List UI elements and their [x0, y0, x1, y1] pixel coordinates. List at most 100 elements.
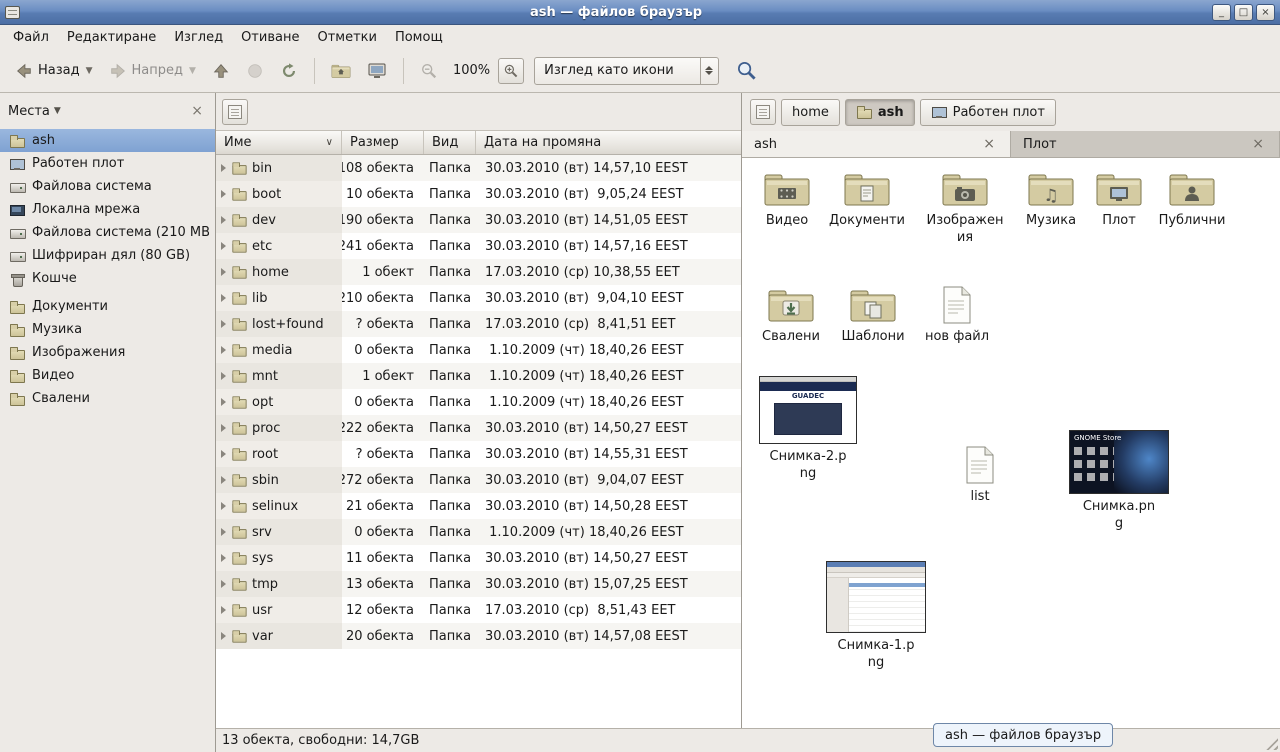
file-row[interactable]: usr 12 обекта Папка 17.03.2010 (ср) 8,51…	[216, 597, 741, 623]
expander-icon[interactable]	[221, 632, 226, 640]
close-button[interactable]: ×	[1256, 4, 1275, 21]
file-row[interactable]: dev 190 обекта Папка 30.03.2010 (вт) 14,…	[216, 207, 741, 233]
file-row[interactable]: home 1 обект Папка 17.03.2010 (ср) 10,38…	[216, 259, 741, 285]
reload-button[interactable]	[273, 57, 305, 85]
maximize-button[interactable]: □	[1234, 4, 1253, 21]
expander-icon[interactable]	[221, 216, 226, 224]
list-pane-button[interactable]	[222, 99, 248, 125]
file-row[interactable]: var 20 обекта Папка 30.03.2010 (вт) 14,5…	[216, 623, 741, 649]
icon-item-pictures[interactable]: Изображения	[920, 170, 1010, 247]
file-row[interactable]: media 0 обекта Папка 1.10.2009 (чт) 18,4…	[216, 337, 741, 363]
file-row[interactable]: etc 241 обекта Папка 30.03.2010 (вт) 14,…	[216, 233, 741, 259]
sidebar-selector-icon[interactable]: ▼	[54, 106, 61, 116]
icon-item-new-file[interactable]: нов файл	[912, 286, 1002, 346]
file-row[interactable]: mnt 1 обект Папка 1.10.2009 (чт) 18,40,2…	[216, 363, 741, 389]
tab-desktop[interactable]: Плот ×	[1011, 131, 1280, 157]
sidebar-item[interactable]: Документи	[0, 295, 215, 318]
file-row[interactable]: lost+found ? обекта Папка 17.03.2010 (ср…	[216, 311, 741, 337]
expander-icon[interactable]	[221, 190, 226, 198]
zoom-out-button[interactable]	[413, 57, 445, 85]
expander-icon[interactable]	[221, 606, 226, 614]
icon-item-snimka[interactable]: GNOME Store Снимка.png	[1064, 430, 1174, 533]
expander-icon[interactable]	[221, 294, 226, 302]
expander-icon[interactable]	[221, 320, 226, 328]
file-row[interactable]: root ? обекта Папка 30.03.2010 (вт) 14,5…	[216, 441, 741, 467]
breadcrumb-ash[interactable]: ash	[845, 99, 915, 126]
icon-item-list[interactable]: list	[935, 446, 1025, 506]
resize-grip[interactable]	[1265, 737, 1278, 750]
column-header-date[interactable]: Дата на промяна	[476, 131, 741, 154]
breadcrumb-home[interactable]: home	[781, 99, 840, 126]
icon-item-public[interactable]: Публични	[1147, 170, 1237, 230]
sidebar-item[interactable]: Локална мрежа	[0, 198, 215, 221]
menu-item[interactable]: Помощ	[386, 27, 452, 48]
sidebar-item[interactable]: Музика	[0, 318, 215, 341]
expander-icon[interactable]	[221, 424, 226, 432]
expander-icon[interactable]	[221, 476, 226, 484]
menu-item[interactable]: Отиване	[232, 27, 308, 48]
icon-item-video[interactable]: Видео	[742, 170, 832, 230]
sidebar-item[interactable]: Изображения	[0, 341, 215, 364]
stop-button[interactable]	[239, 57, 271, 85]
expander-icon[interactable]	[221, 242, 226, 250]
sidebar-item[interactable]: Видео	[0, 364, 215, 387]
tab-close-icon[interactable]: ×	[1249, 137, 1267, 151]
file-row[interactable]: lib 210 обекта Папка 30.03.2010 (вт) 9,0…	[216, 285, 741, 311]
file-row[interactable]: boot 10 обекта Папка 30.03.2010 (вт) 9,0…	[216, 181, 741, 207]
tab-ash[interactable]: ash ×	[742, 131, 1011, 157]
back-dropdown-icon[interactable]: ▼	[86, 66, 93, 76]
column-header-type[interactable]: Вид	[424, 131, 476, 154]
expander-icon[interactable]	[221, 528, 226, 536]
expander-icon[interactable]	[221, 164, 226, 172]
file-row[interactable]: bin 108 обекта Папка 30.03.2010 (вт) 14,…	[216, 155, 741, 181]
titlebar[interactable]: ash — файлов браузър _ □ ×	[0, 0, 1280, 25]
expander-icon[interactable]	[221, 398, 226, 406]
expander-icon[interactable]	[221, 372, 226, 380]
expander-icon[interactable]	[221, 502, 226, 510]
file-row[interactable]: opt 0 обекта Папка 1.10.2009 (чт) 18,40,…	[216, 389, 741, 415]
sidebar-item[interactable]: Файлова система (210 MB)	[0, 221, 215, 244]
sidebar-item[interactable]: Файлова система	[0, 175, 215, 198]
expander-icon[interactable]	[221, 268, 226, 276]
column-header-size[interactable]: Размер	[342, 131, 424, 154]
view-mode-select[interactable]: Изглед като икони	[534, 57, 719, 85]
icon-item-snimka1[interactable]: Снимка-1.png	[821, 561, 931, 672]
icon-item-documents[interactable]: Документи	[822, 170, 912, 230]
location-toggle-button[interactable]	[750, 99, 776, 125]
search-button[interactable]	[733, 57, 760, 84]
sidebar-item[interactable]: Свалени	[0, 387, 215, 410]
menu-item[interactable]: Изглед	[165, 27, 232, 48]
sidebar-close-button[interactable]: ×	[187, 102, 207, 120]
icon-item-downloads[interactable]: Свалени	[746, 286, 836, 346]
forward-button[interactable]: Напред ▼	[102, 57, 203, 85]
expander-icon[interactable]	[221, 346, 226, 354]
expander-icon[interactable]	[221, 450, 226, 458]
computer-button[interactable]	[360, 57, 394, 85]
minimize-button[interactable]: _	[1212, 4, 1231, 21]
expander-icon[interactable]	[221, 580, 226, 588]
combo-spinner-icon[interactable]	[700, 58, 718, 84]
icon-item-snimka2[interactable]: GUADEC Снимка-2.png	[753, 376, 863, 483]
tab-close-icon[interactable]: ×	[980, 137, 998, 151]
back-button[interactable]: Назад ▼	[8, 57, 100, 85]
icon-view[interactable]: Видео Документи Изображения ♫ Муз	[742, 158, 1280, 728]
sidebar-item[interactable]: ash	[0, 129, 215, 152]
file-row[interactable]: tmp 13 обекта Папка 30.03.2010 (вт) 15,0…	[216, 571, 741, 597]
zoom-in-button[interactable]	[498, 58, 524, 84]
column-header-name[interactable]: Име ∨	[216, 131, 342, 154]
home-button[interactable]	[324, 57, 358, 85]
sidebar-item[interactable]: Шифриран дял (80 GB)	[0, 244, 215, 267]
icon-item-templates[interactable]: Шаблони	[828, 286, 918, 346]
file-row[interactable]: selinux 21 обекта Папка 30.03.2010 (вт) …	[216, 493, 741, 519]
file-row[interactable]: sys 11 обекта Папка 30.03.2010 (вт) 14,5…	[216, 545, 741, 571]
file-row[interactable]: sbin 272 обекта Папка 30.03.2010 (вт) 9,…	[216, 467, 741, 493]
menu-item[interactable]: Редактиране	[58, 27, 165, 48]
expander-icon[interactable]	[221, 554, 226, 562]
sidebar-title[interactable]: Места	[8, 104, 50, 119]
up-button[interactable]	[205, 57, 237, 85]
menu-item[interactable]: Отметки	[308, 27, 385, 48]
sidebar-item[interactable]: Работен плот	[0, 152, 215, 175]
file-row[interactable]: proc 222 обекта Папка 30.03.2010 (вт) 14…	[216, 415, 741, 441]
sidebar-item[interactable]: Кошче	[0, 267, 215, 290]
breadcrumb-desktop[interactable]: Работен плот	[920, 99, 1056, 126]
